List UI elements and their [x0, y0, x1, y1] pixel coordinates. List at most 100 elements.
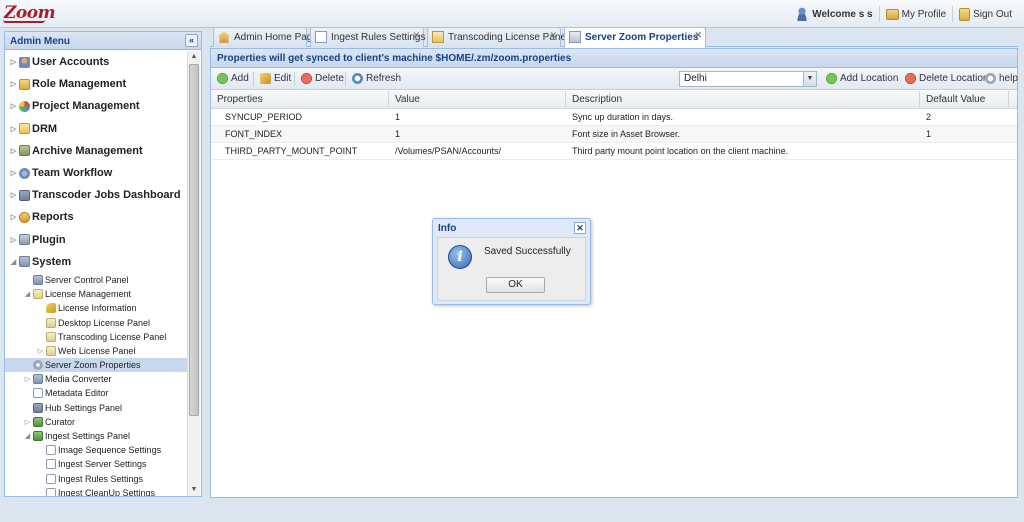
- scrollbar-thumb[interactable]: [189, 64, 199, 416]
- expand-arrow-icon[interactable]: ▷: [9, 147, 18, 155]
- tree-item-ingest-rules-settings[interactable]: Ingest Rules Settings: [5, 472, 189, 486]
- logo-swoosh: [3, 20, 45, 23]
- delete-icon: [905, 73, 916, 84]
- tree-item-label: Metadata Editor: [45, 388, 109, 399]
- tree-item-transcoding-license-panel[interactable]: Transcoding License Panel: [5, 330, 189, 344]
- sidebar-item-reports[interactable]: ▷ Reports: [5, 206, 189, 228]
- tab-server-zoom-properties[interactable]: Server Zoom Properties ✕: [564, 27, 706, 48]
- column-header-description[interactable]: Description: [566, 91, 920, 108]
- sidebar-item-role-management[interactable]: ▷ Role Management: [5, 73, 189, 95]
- refresh-button[interactable]: Refresh: [352, 73, 401, 84]
- sidebar-scrollbar[interactable]: ▲ ▼: [187, 51, 200, 496]
- close-tab-icon[interactable]: ✕: [694, 30, 702, 41]
- help-button[interactable]: help: [985, 73, 1018, 84]
- tree-item-curator[interactable]: ▷ Curator: [5, 415, 189, 429]
- collapse-arrow-icon[interactable]: ◢: [23, 432, 32, 440]
- add-button[interactable]: Add: [217, 73, 249, 84]
- tree-item-license-information[interactable]: License Information: [5, 301, 189, 315]
- tree-item-ingest-server-settings[interactable]: Ingest Server Settings: [5, 457, 189, 471]
- cell-property: THIRD_PARTY_MOUNT_POINT: [225, 146, 358, 156]
- expand-arrow-icon[interactable]: ▷: [9, 236, 18, 244]
- folder-icon: [46, 345, 56, 356]
- tree-item-license-management[interactable]: ◢ License Management: [5, 287, 189, 301]
- tree-item-hub-settings-panel[interactable]: Hub Settings Panel: [5, 401, 189, 415]
- expand-arrow-icon[interactable]: ▷: [9, 169, 18, 177]
- hub-icon: [33, 402, 43, 413]
- toolbar-separator: [345, 72, 346, 86]
- delete-button[interactable]: Delete: [301, 73, 344, 84]
- tree-item-label: Ingest Rules Settings: [58, 473, 144, 484]
- column-header-value[interactable]: Value: [389, 91, 566, 108]
- tree-item-label: Hub Settings Panel: [45, 402, 123, 413]
- folder-icon: [19, 123, 30, 135]
- tree-item-server-control-panel[interactable]: Server Control Panel: [5, 273, 189, 287]
- admin-menu-tree: ▷ User Accounts ▷ Role Management ▷ Project…: [5, 51, 189, 496]
- folder-icon: [46, 331, 56, 342]
- my-profile-link[interactable]: My Profile: [878, 6, 952, 22]
- sidebar-item-project-management[interactable]: ▷ Project Management: [5, 95, 189, 117]
- table-row[interactable]: THIRD_PARTY_MOUNT_POINT /Volumes/PSAN/Ac…: [211, 143, 1017, 160]
- user-icon: [795, 7, 810, 21]
- delete-location-button[interactable]: Delete Location: [905, 73, 989, 84]
- tree-item-ingest-settings-panel[interactable]: ◢ Ingest Settings Panel: [5, 429, 189, 443]
- tree-item-ingest-cleanup-settings[interactable]: Ingest CleanUp Settings: [5, 486, 189, 496]
- info-dialog: Info ✕ i Saved Successfully OK: [432, 218, 591, 305]
- pencil-icon: [260, 73, 271, 84]
- toolbar-separator: [294, 72, 295, 86]
- tree-item-server-zoom-properties[interactable]: Server Zoom Properties: [5, 358, 189, 373]
- expand-arrow-icon[interactable]: ▷: [9, 125, 18, 133]
- column-header-default-value[interactable]: Default Value: [920, 91, 1009, 108]
- table-row[interactable]: SYNCUP_PERIOD 1 Sync up duration in days…: [211, 109, 1017, 126]
- sidebar-item-user-accounts[interactable]: ▷ User Accounts: [5, 51, 189, 73]
- collapse-arrow-icon[interactable]: ◢: [23, 290, 32, 298]
- expand-arrow-icon[interactable]: ▷: [9, 191, 18, 199]
- top-bar: Zoom Welcome s s My Profile Sign Out: [0, 0, 1024, 28]
- tree-item-image-sequence-settings[interactable]: Image Sequence Settings: [5, 443, 189, 457]
- tab-admin-home-page[interactable]: Admin Home Page: [213, 27, 318, 47]
- tree-item-label: Ingest Settings Panel: [45, 431, 131, 442]
- sign-out-link[interactable]: Sign Out: [952, 6, 1018, 22]
- close-tab-icon[interactable]: ✕: [412, 30, 420, 41]
- sidebar-item-team-workflow[interactable]: ▷ Team Workflow: [5, 162, 189, 184]
- expand-arrow-icon[interactable]: ▷: [9, 102, 18, 110]
- my-profile-label: My Profile: [901, 8, 947, 20]
- sidebar-item-transcoder-jobs[interactable]: ▷ Transcoder Jobs Dashboard: [5, 184, 189, 206]
- tree-item-media-converter[interactable]: ▷ Media Converter: [5, 372, 189, 386]
- user-accounts-icon: [19, 56, 30, 68]
- pie-icon: [19, 100, 30, 112]
- sidebar-item-plugin[interactable]: ▷ Plugin: [5, 229, 189, 251]
- sidebar-item-system[interactable]: ◢ System: [5, 251, 189, 273]
- add-location-label: Add Location: [840, 73, 899, 84]
- location-select[interactable]: Delhi ▼: [679, 71, 817, 87]
- hierarchy-icon: [33, 431, 43, 442]
- expand-arrow-icon[interactable]: ▷: [36, 347, 45, 355]
- close-tab-icon[interactable]: ✕: [549, 30, 557, 41]
- tree-item-web-license-panel[interactable]: ▷ Web License Panel: [5, 344, 189, 358]
- edit-button[interactable]: Edit: [260, 73, 291, 84]
- tab-ingest-rules-settings[interactable]: Ingest Rules Settings ✕: [310, 27, 426, 47]
- cell-value: /Volumes/PSAN/Accounts/: [395, 146, 502, 156]
- scroll-down-arrow-icon[interactable]: ▼: [188, 484, 200, 496]
- collapse-arrow-icon[interactable]: ◢: [9, 258, 18, 266]
- expand-arrow-icon[interactable]: ▷: [9, 80, 18, 88]
- tree-item-desktop-license-panel[interactable]: Desktop License Panel: [5, 315, 189, 329]
- expand-arrow-icon[interactable]: ▷: [23, 418, 32, 426]
- sidebar-item-archive-management[interactable]: ▷ Archive Management: [5, 140, 189, 162]
- ok-button[interactable]: OK: [486, 277, 545, 293]
- add-location-button[interactable]: Add Location: [826, 73, 898, 84]
- table-row[interactable]: FONT_INDEX 1 Font size in Asset Browser.…: [211, 126, 1017, 143]
- expand-arrow-icon[interactable]: ▷: [9, 213, 18, 221]
- sidebar-item-label: System: [32, 255, 72, 268]
- tab-transcoding-license-panel[interactable]: Transcoding License Panel ✕: [427, 27, 568, 47]
- tree-item-metadata-editor[interactable]: Metadata Editor: [5, 386, 189, 400]
- column-header-properties[interactable]: Properties: [211, 91, 389, 108]
- close-icon[interactable]: ✕: [574, 222, 586, 234]
- collapse-sidebar-button[interactable]: «: [185, 34, 198, 47]
- tree-item-label: Ingest CleanUp Settings: [58, 487, 156, 496]
- chevron-down-icon[interactable]: ▼: [803, 72, 816, 86]
- cell-default: [920, 143, 1009, 159]
- expand-arrow-icon[interactable]: ▷: [9, 58, 18, 66]
- expand-arrow-icon[interactable]: ▷: [23, 375, 32, 383]
- sidebar-item-drm[interactable]: ▷ DRM: [5, 118, 189, 140]
- scroll-up-arrow-icon[interactable]: ▲: [188, 51, 200, 63]
